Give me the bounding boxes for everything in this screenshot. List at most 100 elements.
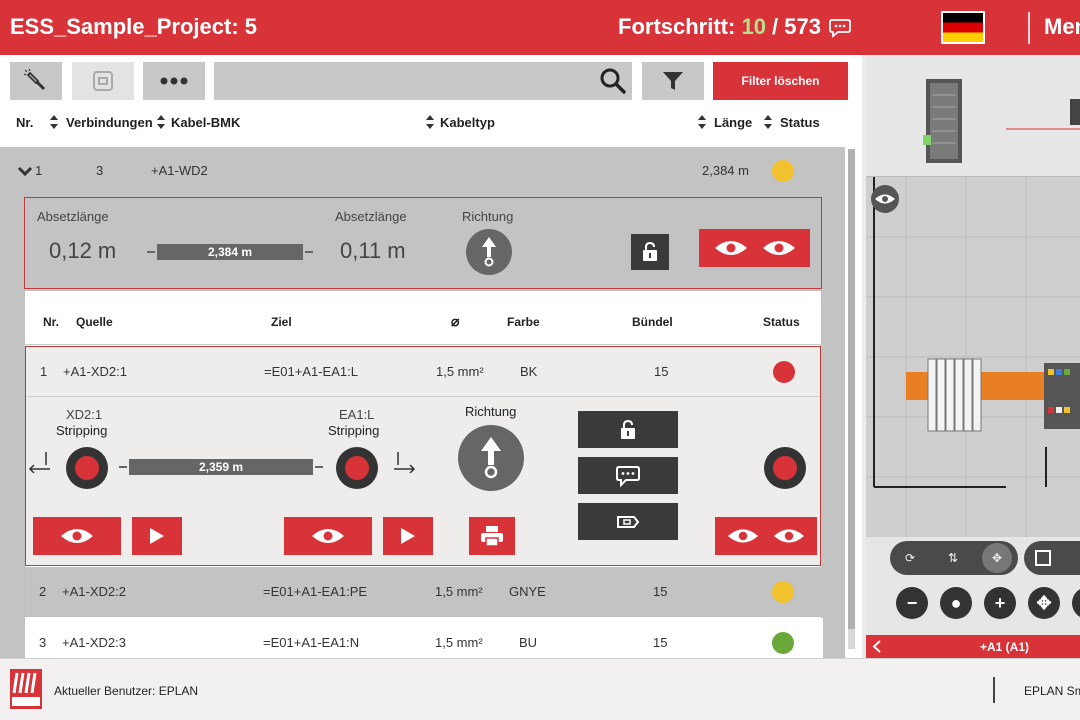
wire-length: 2,359 m: [198, 460, 244, 474]
target-terminal: EA1:L: [339, 407, 375, 422]
eye-icon: [61, 529, 93, 543]
comment-icon[interactable]: [829, 18, 851, 38]
chevron-down-icon[interactable]: [17, 166, 33, 177]
conn-col-buendel: Bündel: [632, 315, 673, 329]
eplan-logo: [10, 669, 42, 709]
view-both-ends-button[interactable]: [715, 517, 817, 555]
zoom-reset-button[interactable]: ●: [940, 587, 972, 619]
col-verbindungen[interactable]: Verbindungen: [66, 115, 153, 130]
conn-col-nr: Nr.: [43, 315, 60, 329]
source-end-button[interactable]: [66, 447, 108, 489]
conn-col-farbe: Farbe: [507, 315, 540, 329]
conn-quelle: +A1-XD2:3: [62, 635, 126, 650]
table-row[interactable]: 1 3 +A1-WD2 2,384 m: [0, 147, 845, 195]
eye-icon: [727, 529, 759, 543]
filter-clear-button[interactable]: Filter löschen: [713, 62, 848, 100]
eye-icon: [773, 529, 805, 543]
unlock-button[interactable]: [578, 411, 678, 448]
flashlight-button[interactable]: [10, 62, 62, 100]
sort-icon[interactable]: [50, 115, 58, 129]
rotate-icon[interactable]: ⟳: [895, 543, 925, 573]
schematic-viewer: ⟳ ⇅ ✥ − ● + ✥ +A1 (A1): [866, 55, 1080, 658]
schematic-canvas[interactable]: [866, 177, 1080, 537]
sort-icon[interactable]: [764, 115, 772, 129]
progress-label: Fortschritt:: [618, 14, 742, 39]
search-icon[interactable]: [598, 67, 628, 95]
status-end-button[interactable]: [764, 447, 806, 489]
conn-col-ziel: Ziel: [271, 315, 292, 329]
table-row[interactable]: 3 +A1-XD2:3 =E01+A1-EA1:N 1,5 mm² BU 15: [25, 618, 823, 658]
zoom-out-button[interactable]: −: [896, 587, 928, 619]
conn-diameter: 1,5 mm²: [435, 635, 483, 650]
cable-length-bar: 2,384 m: [147, 244, 313, 260]
conn-diameter: 1,5 mm²: [436, 364, 484, 379]
view-target-button[interactable]: [284, 517, 372, 555]
status-bar: Aktueller Benutzer: EPLAN EPLAN Sm: [0, 658, 1080, 720]
col-nr[interactable]: Nr.: [16, 115, 33, 130]
view-both-ends-button[interactable]: [699, 229, 810, 267]
zoom-in-button[interactable]: +: [984, 587, 1016, 619]
app-header: ESS_Sample_Project: 5 Fortschritt: 10 / …: [0, 0, 1080, 55]
progress-done: 10: [741, 14, 766, 39]
frame-icon[interactable]: [1028, 543, 1058, 573]
wire-direction-button[interactable]: [458, 425, 524, 491]
filter-button[interactable]: [642, 62, 704, 100]
group-verbindungen: 3: [96, 163, 104, 178]
direction-button[interactable]: [466, 229, 512, 275]
comment-icon: [616, 465, 640, 487]
sort-icon[interactable]: [426, 115, 434, 129]
display-toggle: [1024, 541, 1080, 575]
comment-button[interactable]: [578, 457, 678, 494]
play-target-button[interactable]: [383, 517, 433, 555]
ferrule-button[interactable]: [578, 503, 678, 540]
direction-label: Richtung: [462, 209, 514, 224]
play-source-button[interactable]: [132, 517, 182, 555]
language-flag-de-icon[interactable]: [941, 11, 985, 44]
wire-length-bar: 2,359 m: [119, 459, 323, 475]
play-icon: [401, 528, 415, 544]
group-kabel-bmk: +A1-WD2: [151, 163, 208, 178]
table-row[interactable]: 2 +A1-XD2:2 =E01+A1-EA1:PE 1,5 mm² GNYE …: [25, 567, 823, 617]
current-user: Aktueller Benutzer: EPLAN: [54, 684, 199, 698]
unlock-button[interactable]: [631, 234, 669, 270]
progress-separator: /: [765, 14, 785, 39]
search-input[interactable]: [214, 62, 632, 100]
chevron-left-icon[interactable]: [872, 640, 882, 653]
source-terminal: XD2:1: [66, 407, 103, 422]
sort-icon[interactable]: [157, 115, 165, 129]
conn-ziel: =E01+A1-EA1:N: [263, 635, 360, 650]
menu-button[interactable]: Men: [1044, 14, 1080, 40]
header-divider: [1028, 12, 1030, 44]
table-row[interactable]: 1 +A1-XD2:1 =E01+A1-EA1:L 1,5 mm² BK 15: [26, 347, 822, 397]
list-scrollbar[interactable]: [848, 149, 855, 649]
footer-divider: [993, 677, 995, 703]
view-source-button[interactable]: [33, 517, 121, 555]
col-kabel-bmk[interactable]: Kabel-BMK: [171, 115, 240, 130]
source-process: Stripping: [56, 423, 108, 438]
table-header: Nr. Verbindungen Kabel-BMK Kabeltyp Läng…: [0, 111, 862, 135]
status-dot: [772, 160, 794, 182]
more-options-button[interactable]: [143, 62, 205, 100]
conn-col-diameter: ⌀: [451, 313, 460, 329]
print-label-button[interactable]: [469, 517, 515, 555]
move-icon[interactable]: ✥: [982, 543, 1012, 573]
col-laenge[interactable]: Länge: [714, 115, 752, 130]
flip-icon[interactable]: ⇅: [938, 543, 968, 573]
unlock-icon: [643, 241, 657, 261]
strip-left-icon: [28, 452, 50, 473]
conn-nr: 3: [39, 635, 47, 650]
direction-arrow-icon: [481, 437, 501, 479]
scrollbar-thumb[interactable]: [848, 149, 855, 629]
pan-button[interactable]: ✥: [1028, 587, 1060, 619]
product-name: EPLAN Sm: [1024, 684, 1080, 698]
cabinet-overview[interactable]: [866, 55, 1080, 177]
conn-nr: 2: [39, 584, 47, 599]
connection-detail-expanded: 1 +A1-XD2:1 =E01+A1-EA1:L 1,5 mm² BK 15 …: [25, 346, 821, 566]
toolbar: Filter löschen: [0, 55, 862, 110]
eye-icon: [762, 241, 795, 255]
sort-icon[interactable]: [698, 115, 706, 129]
col-kabeltyp[interactable]: Kabeltyp: [440, 115, 495, 130]
target-end-button[interactable]: [336, 447, 378, 489]
terminal-view-button[interactable]: [72, 62, 134, 100]
col-status[interactable]: Status: [780, 115, 820, 130]
